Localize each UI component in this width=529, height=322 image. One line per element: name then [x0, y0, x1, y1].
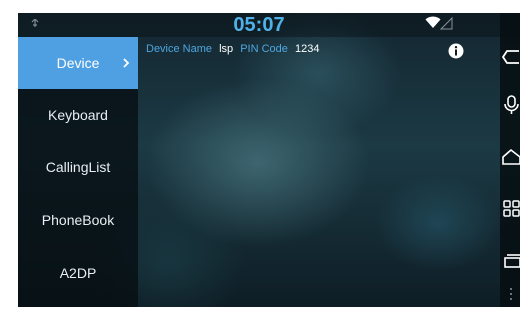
sidebar-item-label: CallingList: [45, 159, 111, 175]
home-icon[interactable]: [502, 147, 520, 167]
microphone-icon[interactable]: [502, 95, 520, 115]
screen: 05:07 Device Keyboard CallingList PhoneB…: [18, 13, 520, 307]
sidebar-item-callinglist[interactable]: CallingList: [18, 141, 138, 193]
wifi-icon: [425, 16, 441, 28]
info-icon[interactable]: [448, 43, 464, 59]
device-name-label: Device Name: [146, 43, 213, 55]
apps-icon[interactable]: [502, 199, 520, 219]
sidebar-item-keyboard[interactable]: Keyboard: [18, 89, 138, 141]
chevron-right-icon: [123, 58, 130, 68]
sidebar-item-device[interactable]: Device: [18, 37, 138, 89]
recent-icon[interactable]: [502, 251, 520, 271]
sidebar: Device Keyboard CallingList PhoneBook A2…: [18, 37, 138, 307]
nav-bar: [500, 13, 520, 307]
sidebar-item-label: A2DP: [59, 265, 97, 281]
device-name-value: lsp: [219, 43, 234, 55]
sidebar-item-label: Keyboard: [48, 107, 108, 123]
sidebar-item-a2dp[interactable]: A2DP: [18, 247, 138, 299]
back-icon[interactable]: [502, 47, 520, 67]
pin-code-label: PIN Code: [240, 43, 288, 55]
device-info-row: Device Name lsp PIN Code 1234: [146, 43, 323, 61]
status-bar: 05:07: [18, 13, 520, 37]
more-icon[interactable]: [502, 285, 520, 305]
sidebar-item-label: PhoneBook: [41, 212, 115, 228]
signal-icon: [440, 17, 453, 30]
sidebar-item-phonebook[interactable]: PhoneBook: [18, 194, 138, 246]
pin-code-value: 1234: [294, 43, 320, 55]
sidebar-item-label: Device: [56, 55, 100, 71]
